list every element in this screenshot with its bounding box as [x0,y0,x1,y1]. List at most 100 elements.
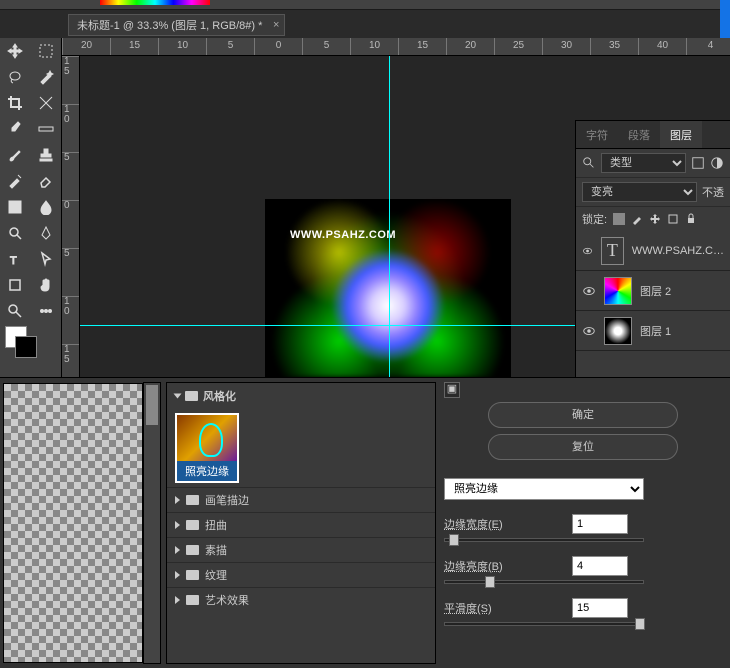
layer-row[interactable]: 图层 2 [576,271,730,311]
ruler-tool-icon[interactable] [31,116,62,142]
photoshop-workspace: 未标题-1 @ 33.3% (图层 1, RGB/8#) * × T 20 151… [0,0,730,377]
filter-preview[interactable] [3,383,143,663]
scrollbar-thumb[interactable] [146,385,158,425]
ok-button[interactable]: 确定 [488,402,678,428]
eyedropper-tool-icon[interactable] [0,116,31,142]
svg-text:T: T [10,255,17,267]
eraser-tool-icon[interactable] [31,168,62,194]
filter-type-select[interactable]: 类型 [601,153,686,173]
filter-thumb-row: 照亮边缘 [167,409,435,487]
wand-tool-icon[interactable] [31,64,62,90]
brush-tool-icon[interactable] [0,142,31,168]
ruler-tick: 40 [638,38,686,55]
guide-vertical[interactable] [389,56,390,377]
close-icon[interactable]: × [273,19,279,31]
lock-artboard-icon[interactable] [667,213,679,225]
opacity-label: 不透 [702,184,724,200]
tab-layers[interactable]: 图层 [660,121,702,148]
history-brush-icon[interactable] [0,168,31,194]
tree-category-label: 艺术效果 [205,592,249,608]
tree-group-stylize[interactable]: 风格化 [167,383,435,409]
ruler-tick: 0 [254,38,302,55]
ruler-tick: 25 [494,38,542,55]
scrollbar[interactable] [143,382,161,664]
lock-row: 锁定: [576,207,730,231]
shape-tool-icon[interactable] [0,272,31,298]
lasso-tool-icon[interactable] [0,64,31,90]
param-input[interactable] [572,514,628,534]
filter-thumb-glowing-edges[interactable]: 照亮边缘 [175,413,239,483]
layers-panel: 字符 段落 图层 类型 变亮 不透 锁定: TWWW.PSAHZ.C…图层 2图… [575,120,730,377]
more-tools-icon[interactable] [31,298,62,324]
dodge-tool-icon[interactable] [0,220,31,246]
stamp-tool-icon[interactable] [31,142,62,168]
move-tool-icon[interactable] [0,38,31,64]
background-color[interactable] [15,336,37,358]
ruler-tick: 5 [206,38,254,55]
tree-category[interactable]: 素描 [167,537,435,562]
ruler-tick: 10 [158,38,206,55]
path-select-icon[interactable] [31,246,62,272]
collapse-icon[interactable]: ▣ [444,382,460,398]
param-slider[interactable] [444,622,644,626]
gradient-tool-icon[interactable] [0,194,31,220]
ruler-tick: 10 [62,104,79,152]
blur-tool-icon[interactable] [31,194,62,220]
ruler-tick: 20 [446,38,494,55]
ruler-vertical[interactable]: 15105051015 [62,56,80,377]
color-spectrum[interactable] [100,0,210,5]
marquee-tool-icon[interactable] [31,38,62,64]
adjust-filter-icon[interactable] [710,156,724,170]
layer-thumbnail[interactable]: T [601,237,624,265]
type-tool-icon[interactable]: T [0,246,31,272]
visibility-icon[interactable] [582,324,596,338]
ruler-tick: 30 [542,38,590,55]
param-row: 边缘宽度(E) [444,514,722,534]
lock-transparency-icon[interactable] [613,213,625,225]
ruler-horizontal[interactable]: 201510505101520253035404 [62,38,730,56]
pen-tool-icon[interactable] [31,220,62,246]
slice-tool-icon[interactable] [31,90,62,116]
slider-thumb[interactable] [485,576,495,588]
blend-mode-select[interactable]: 变亮 [582,182,697,202]
visibility-icon[interactable] [582,284,596,298]
filter-tree: 风格化 照亮边缘 画笔描边扭曲素描纹理艺术效果 [166,382,436,664]
tab-character[interactable]: 字符 [576,121,618,148]
layer-thumbnail[interactable] [604,277,632,305]
tree-category[interactable]: 纹理 [167,562,435,587]
reset-button[interactable]: 复位 [488,434,678,460]
document-tab[interactable]: 未标题-1 @ 33.3% (图层 1, RGB/8#) * × [68,14,285,36]
slider-thumb[interactable] [449,534,459,546]
layer-filter-row: 类型 [576,149,730,178]
lock-pixels-icon[interactable] [631,213,643,225]
param-slider[interactable] [444,538,644,542]
triangle-right-icon [175,596,180,604]
slider-thumb[interactable] [635,618,645,630]
layer-row[interactable]: TWWW.PSAHZ.C… [576,231,730,271]
zoom-tool-icon[interactable] [0,298,31,324]
folder-icon [186,545,199,555]
param-label: 边缘宽度(E) [444,516,564,532]
lock-all-icon[interactable] [685,213,697,225]
hand-tool-icon[interactable] [31,272,62,298]
param-slider[interactable] [444,580,644,584]
color-swatches[interactable] [0,324,61,364]
image-filter-icon[interactable] [691,156,705,170]
layer-thumbnail[interactable] [604,317,632,345]
tree-group-label: 风格化 [203,388,236,404]
filter-name-select[interactable]: 照亮边缘 [444,478,644,500]
param-label: 平滑度(S) [444,600,564,616]
tree-category[interactable]: 扭曲 [167,512,435,537]
lock-position-icon[interactable] [649,213,661,225]
param-input[interactable] [572,598,628,618]
tab-paragraph[interactable]: 段落 [618,121,660,148]
search-icon[interactable] [582,156,596,170]
param-input[interactable] [572,556,628,576]
blend-mode-row: 变亮 不透 [576,178,730,207]
layer-row[interactable]: 图层 1 [576,311,730,351]
visibility-icon[interactable] [582,244,593,258]
tree-category[interactable]: 画笔描边 [167,487,435,512]
tree-category[interactable]: 艺术效果 [167,587,435,612]
crop-tool-icon[interactable] [0,90,31,116]
triangle-right-icon [175,546,180,554]
